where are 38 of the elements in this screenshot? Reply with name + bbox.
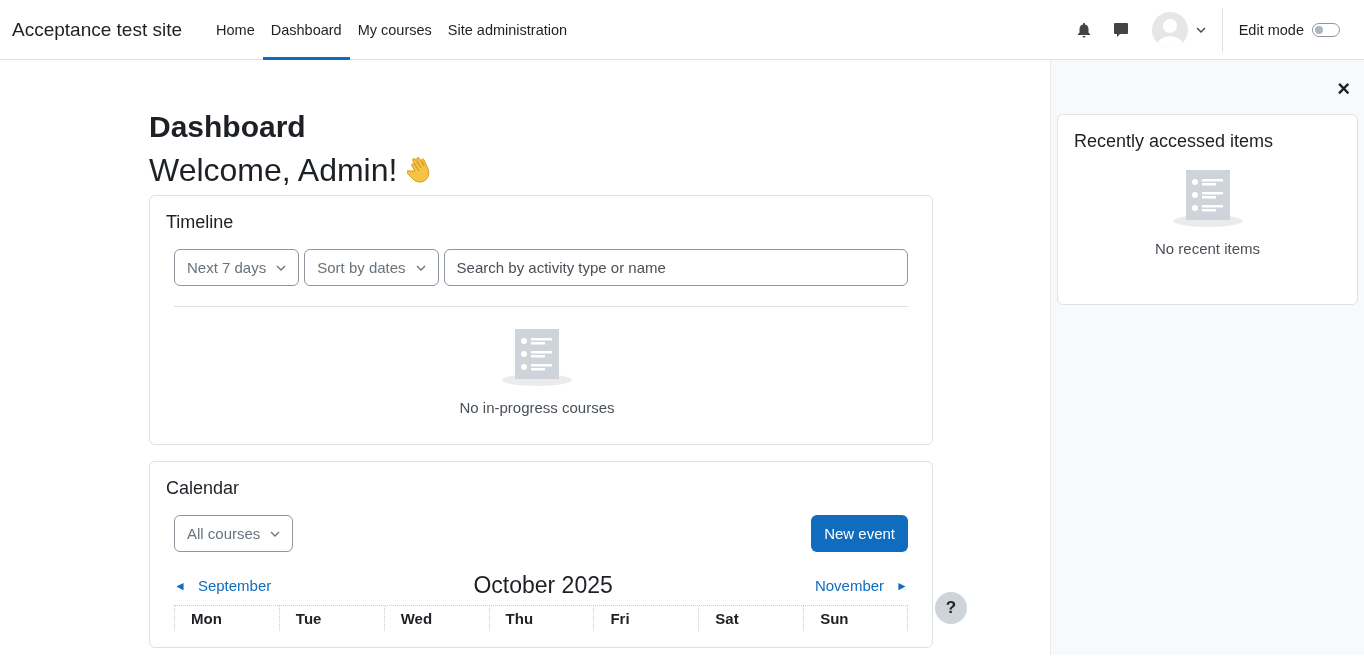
weekday-header: Sun — [803, 606, 908, 631]
previous-month-link[interactable]: ◄ September — [174, 577, 272, 594]
caret-icon — [1195, 26, 1206, 33]
empty-message: No recent items — [1154, 240, 1260, 257]
next-month-link[interactable]: November ► — [814, 577, 908, 594]
chevron-down-icon — [276, 264, 287, 271]
search-field[interactable]: Search by activity type or name — [443, 249, 908, 286]
bell-icon[interactable] — [1076, 21, 1091, 38]
close-button[interactable]: × — [1329, 76, 1358, 102]
weekday-header: Sat — [698, 606, 804, 631]
site-name[interactable]: Acceptance test site — [12, 18, 183, 41]
nav-link[interactable]: Dashboard — [262, 0, 350, 60]
month-title: October 2025 — [473, 572, 613, 599]
document-list-icon — [501, 327, 573, 387]
date-filter-dropdown[interactable]: Next 7 days — [174, 249, 300, 286]
nav-link[interactable]: Home — [208, 0, 263, 60]
weekday-header: Tue — [278, 606, 384, 631]
weekday-header: Fri — [593, 606, 699, 631]
document-list-icon — [1171, 168, 1244, 228]
new-event-button[interactable]: New event — [811, 515, 908, 552]
chat-icon[interactable] — [1112, 21, 1129, 38]
edit-mode-label: Edit mode — [1238, 21, 1304, 38]
weekday-header: Wed — [383, 606, 489, 631]
sort-dropdown[interactable]: Sort by dates — [304, 249, 439, 286]
card-title: Calendar — [166, 478, 241, 499]
nav-link[interactable]: Site administration — [439, 0, 576, 60]
course-filter-dropdown[interactable]: All courses — [174, 515, 294, 552]
welcome-heading: Welcome, Admin! — [149, 152, 398, 189]
weekday-header: Mon — [174, 606, 279, 631]
nav-link[interactable]: My courses — [349, 0, 440, 60]
chevron-down-icon — [270, 530, 281, 537]
empty-message: No in-progress courses — [459, 399, 615, 416]
weekday-header: Thu — [488, 606, 594, 631]
help-button[interactable]: ? — [935, 592, 967, 624]
page-title: Dashboard — [149, 110, 307, 144]
block-title: Recently accessed items — [1074, 131, 1275, 152]
card-title: Timeline — [166, 212, 235, 233]
chevron-down-icon — [415, 264, 426, 271]
